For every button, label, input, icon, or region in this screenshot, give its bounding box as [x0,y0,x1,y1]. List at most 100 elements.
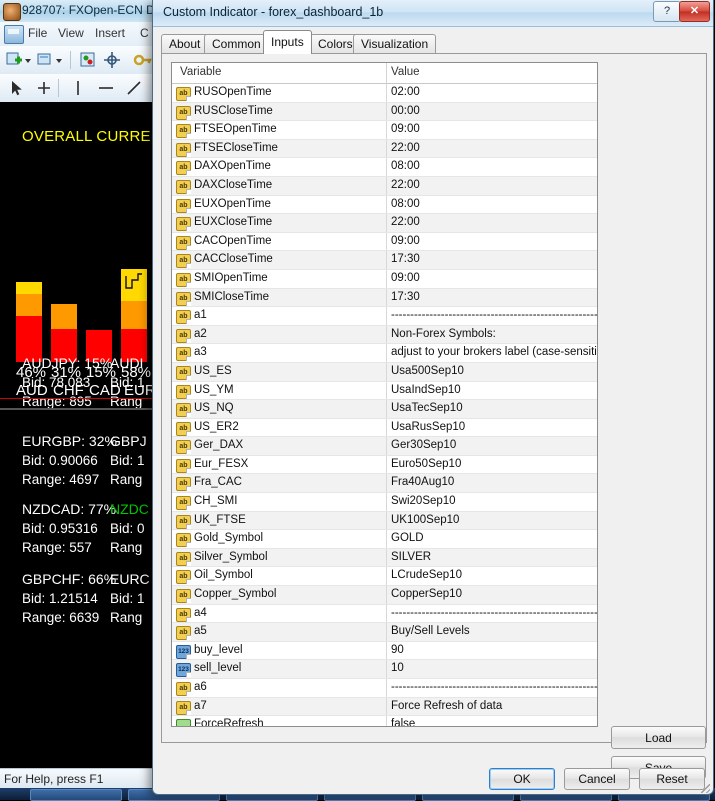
table-row[interactable]: ForceRefresh false [172,716,597,726]
pair-block-audjpy[interactable]: AUDJPY: 15% Bid: 78.083 Range: 895 [22,354,112,411]
profiles-dropdown-icon[interactable] [55,50,63,70]
variable-value-cell[interactable]: ----------------------------------------… [391,607,597,619]
load-button[interactable]: Load [611,726,706,749]
variable-value-cell[interactable]: 17:30 [391,291,420,303]
variable-value-cell[interactable]: 02:00 [391,86,420,98]
variable-value-cell[interactable]: 10 [391,662,404,674]
pair-block-eurgbp[interactable]: EURGBP: 32% Bid: 0.90066 Range: 4697 [22,432,117,489]
pair-block-nzdcad[interactable]: NZDCAD: 77% Bid: 0.95316 Range: 557 [22,500,116,557]
variable-value-cell[interactable]: 22:00 [391,142,420,154]
variable-value-cell[interactable]: 08:00 [391,160,420,172]
variable-value-cell[interactable]: Swi20Sep10 [391,495,456,507]
table-row[interactable]: ab a5 Buy/Sell Levels [172,623,597,642]
table-row[interactable]: ab DAXCloseTime 22:00 [172,176,597,196]
menu-charts[interactable]: C [140,26,149,40]
cancel-button[interactable]: Cancel [564,768,630,790]
variable-value-cell[interactable]: LCrudeSep10 [391,569,462,581]
variable-value-cell[interactable]: Buy/Sell Levels [391,625,470,637]
variable-value-cell[interactable]: 22:00 [391,216,420,228]
variable-value-cell[interactable]: false [391,718,415,726]
pair-block-nzdx[interactable]: NZDC Bid: 0 Rang [110,500,149,557]
table-row[interactable]: ab a7 Force Refresh of data [172,697,597,717]
trendline-icon[interactable] [124,78,144,98]
menu-file[interactable]: File [28,26,47,40]
reset-button[interactable]: Reset [639,768,705,790]
variable-value-cell[interactable]: UsaTecSep10 [391,402,463,414]
variable-value-cell[interactable]: Usa500Sep10 [391,365,464,377]
variable-value-cell[interactable]: UsaIndSep10 [391,384,461,396]
tab-visualization[interactable]: Visualization [353,34,437,54]
table-row[interactable]: ab RUSCloseTime 00:00 [172,102,597,122]
close-button[interactable]: ✕ [679,1,710,22]
variable-value-cell[interactable]: Force Refresh of data [391,700,502,712]
table-row[interactable]: ab Fra_CAC Fra40Aug10 [172,474,597,494]
table-row[interactable]: ab a2 Non-Forex Symbols: [172,325,597,345]
menu-view[interactable]: View [58,26,84,40]
variable-value-cell[interactable]: Euro50Sep10 [391,458,461,470]
mt4-window-menu-icon[interactable] [4,25,24,44]
variable-value-cell[interactable]: 90 [391,644,404,656]
variable-value-cell[interactable]: 17:30 [391,253,420,265]
table-row[interactable]: ab US_YM UsaIndSep10 [172,381,597,401]
table-row[interactable]: 123 sell_level 10 [172,660,597,679]
pair-block-audx[interactable]: AUDI Bid: 1 Rang [110,354,145,411]
table-row[interactable]: ab US_ES Usa500Sep10 [172,362,597,382]
variable-value-cell[interactable]: ----------------------------------------… [391,309,597,321]
table-row[interactable]: ab a6 ------------------------------------… [172,679,597,698]
table-row[interactable]: ab Silver_Symbol SILVER [172,548,597,568]
variable-value-cell[interactable]: 09:00 [391,272,420,284]
variable-value-cell[interactable]: Non-Forex Symbols: [391,328,496,340]
variable-value-cell[interactable]: SILVER [391,551,431,563]
variable-value-cell[interactable]: GOLD [391,532,424,544]
table-row[interactable]: ab EUXOpenTime 08:00 [172,195,597,215]
table-row[interactable]: ab RUSOpenTime 02:00 [172,84,597,103]
crosshair-tool-icon[interactable] [34,78,54,98]
table-row[interactable]: ab a1 ------------------------------------… [172,307,597,326]
taskbar-item[interactable] [30,789,122,801]
table-row[interactable]: ab US_NQ UsaTecSep10 [172,400,597,419]
crosshair-icon[interactable] [102,50,122,70]
resize-grip-icon[interactable] [701,784,710,793]
cursor-icon[interactable] [6,78,26,98]
table-row[interactable]: ab CACCloseTime 17:30 [172,251,597,270]
tab-about[interactable]: About [161,34,209,54]
tab-inputs[interactable]: Inputs [263,30,312,54]
indicators-icon[interactable] [78,50,98,70]
table-row[interactable]: ab SMICloseTime 17:30 [172,288,597,308]
table-row[interactable]: ab US_ER2 UsaRusSep10 [172,418,597,438]
help-button[interactable]: ? [653,1,681,22]
variable-value-cell[interactable]: Ger30Sep10 [391,439,456,451]
variable-value-cell[interactable]: ----------------------------------------… [391,681,597,693]
forex-dashboard-chart[interactable]: OVERALL CURREN 46% 31% 15% 58% AUD CHF C… [0,102,160,768]
menu-insert[interactable]: Insert [95,26,125,40]
variable-value-cell[interactable]: 22:00 [391,179,420,191]
variable-value-cell[interactable]: UK100Sep10 [391,514,459,526]
pair-block-gbpchf[interactable]: GBPCHF: 66% Bid: 1.21514 Range: 6639 [22,570,116,627]
table-row[interactable]: ab SMIOpenTime 09:00 [172,269,597,289]
new-chart-icon[interactable] [5,50,25,70]
horizontal-line-icon[interactable] [96,78,116,98]
table-row[interactable]: ab a4 ------------------------------------… [172,604,597,624]
variable-value-cell[interactable]: 08:00 [391,198,420,210]
pair-block-eurx[interactable]: EURC Bid: 1 Rang [110,570,150,627]
tab-common[interactable]: Common [204,34,269,54]
table-row[interactable]: ab Oil_Symbol LCrudeSep10 [172,567,597,587]
variable-value-cell[interactable]: 09:00 [391,123,420,135]
table-row[interactable]: ab FTSECloseTime 22:00 [172,139,597,159]
pair-block-gbpx[interactable]: GBPJ Bid: 1 Rang [110,432,147,489]
table-row[interactable]: ab CH_SMI Swi20Sep10 [172,493,597,512]
inputs-table[interactable]: Variable Value ab RUSOpenTime 02:00 ab RUSCl… [171,62,598,727]
table-row[interactable]: ab FTSEOpenTime 09:00 [172,121,597,140]
table-row[interactable]: ab EUXCloseTime 22:00 [172,214,597,233]
table-row[interactable]: ab Gold_Symbol GOLD [172,530,597,549]
table-row[interactable]: ab DAXOpenTime 08:00 [172,158,597,177]
table-row[interactable]: ab CACOpenTime 09:00 [172,232,597,252]
table-row[interactable]: ab Eur_FESX Euro50Sep10 [172,455,597,475]
variable-value-cell[interactable]: 00:00 [391,105,420,117]
variable-value-cell[interactable]: CopperSep10 [391,588,462,600]
variable-value-cell[interactable]: adjust to your brokers label (case-sensi… [391,346,597,358]
table-row[interactable]: ab Copper_Symbol CopperSep10 [172,586,597,605]
new-chart-dropdown-icon[interactable] [24,50,32,70]
table-row[interactable]: 123 buy_level 90 [172,641,597,661]
table-row[interactable]: ab Ger_DAX Ger30Sep10 [172,437,597,456]
